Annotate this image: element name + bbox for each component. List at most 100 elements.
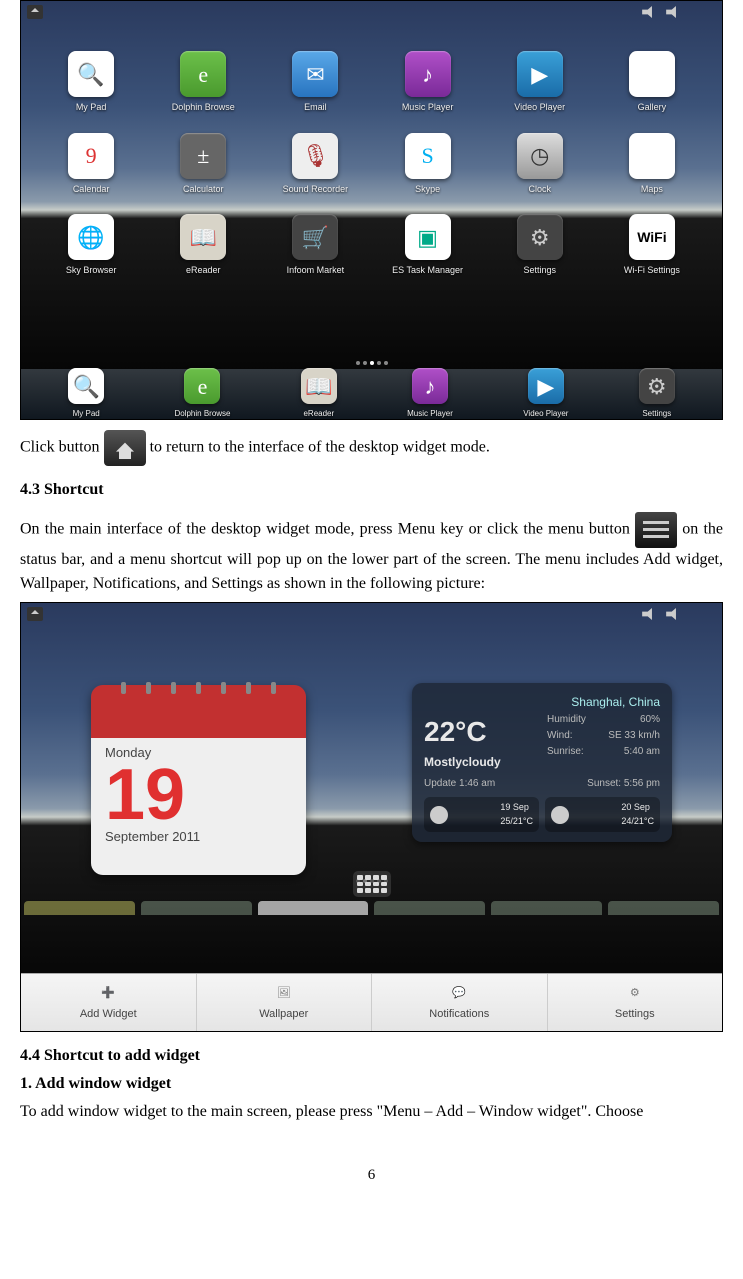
app-gallery[interactable]: 🖼Gallery: [600, 51, 704, 115]
app-label: eReader: [186, 264, 221, 278]
forecast-day: 20 Sep24/21°C: [545, 797, 660, 832]
value: SE 33 km/h: [608, 728, 660, 743]
app-grid-area: 🔍My PadeDolphin Browse✉Email ♪ Music Playe…: [21, 23, 722, 369]
app-icon: 📖: [180, 214, 226, 260]
app-label: Settings: [523, 264, 556, 278]
date: 20 Sep: [621, 801, 654, 815]
page-indicator: [21, 361, 722, 365]
app-settings[interactable]: ⚙ Settings: [488, 214, 592, 278]
home-icon[interactable]: [27, 607, 43, 621]
text: On the main interface of the desktop wid…: [20, 521, 635, 538]
app-my-pad[interactable]: 🔍My Pad: [39, 51, 143, 115]
app-label: Sky Browser: [66, 264, 117, 278]
menu-item-settings[interactable]: ⚙ Settings: [548, 974, 723, 1031]
app-icon: 📖: [301, 368, 337, 404]
calendar-widget[interactable]: Monday 19 September 2011: [91, 685, 306, 875]
menu-item-notifications[interactable]: 💬Notifications: [372, 974, 548, 1031]
app-icon: 9: [68, 133, 114, 179]
app-icon: ▶: [528, 368, 564, 404]
app-es-task-manager[interactable]: ▣ ES Task Manager: [375, 214, 479, 278]
add-widget-icon: ➕: [97, 982, 119, 1004]
app-icon: ⚙: [517, 214, 563, 260]
app-infoom-market[interactable]: 🛒 Infoom Market: [263, 214, 367, 278]
app-icon: 🗺: [629, 133, 675, 179]
dock: 🔍My Pad eDolphin Browse 📖eReader ♪Music Pla…: [21, 369, 722, 419]
home-icon[interactable]: [27, 5, 43, 19]
menu-item-label: Settings: [615, 1006, 655, 1023]
menu-item-add-widget[interactable]: ➕Add Widget: [21, 974, 197, 1031]
app-sky-browser[interactable]: 🌐 Sky Browser: [39, 214, 143, 278]
date: 19 Sep: [500, 801, 533, 815]
app-music-player[interactable]: ♪Music Player: [407, 368, 453, 420]
app-skype[interactable]: SSkype: [375, 133, 479, 197]
app-wi-fi-settings[interactable]: WiFi Wi-Fi Settings: [600, 214, 704, 278]
label: Sunrise:: [547, 744, 584, 759]
heading-4-4-1: 1. Add window widget: [20, 1072, 723, 1096]
app-email[interactable]: ✉Email: [263, 51, 367, 115]
weather-condition: Mostlycloudy: [424, 753, 537, 771]
app-ereader[interactable]: 📖 eReader: [151, 214, 255, 278]
app-my-pad[interactable]: 🔍My Pad: [68, 368, 104, 420]
app-music-player[interactable]: ♪ Music Player: [375, 51, 479, 115]
weather-icon: [430, 806, 448, 824]
app-icon: e: [180, 51, 226, 97]
weather-location: Shanghai, China: [424, 693, 660, 711]
label: Wind:: [547, 728, 573, 743]
app-icon: WiFi: [629, 214, 675, 260]
app-dolphin-browse[interactable]: eDolphin Browse: [174, 368, 230, 420]
value: 60%: [640, 712, 660, 727]
app-clock[interactable]: ◷Clock: [488, 133, 592, 197]
dock-tabs: [21, 901, 722, 915]
app-label: ES Task Manager: [392, 264, 463, 278]
app-maps[interactable]: 🗺 Maps: [600, 133, 704, 197]
app-calculator[interactable]: ± Calculator: [151, 133, 255, 197]
text: Click button: [20, 439, 104, 456]
app-label: Music Player: [407, 408, 453, 420]
app-icon: 🌐: [68, 214, 114, 260]
app-label: Infoom Market: [287, 264, 345, 278]
menu-item-wallpaper[interactable]: 🖼Wallpaper: [197, 974, 373, 1031]
app-label: Skype: [415, 183, 440, 197]
app-label: Video Player: [523, 408, 568, 420]
notifications-icon: 💬: [448, 982, 470, 1004]
app-drawer-button[interactable]: [353, 871, 391, 897]
screenshot-widget-mode: ▮ ▌ 1:48 AM ⟳ ◉ ≡ ← Monday 19 September …: [20, 602, 723, 1032]
app-settings[interactable]: ⚙Settings: [639, 368, 675, 420]
app-label: Sound Recorder: [283, 183, 349, 197]
app-label: Maps: [641, 183, 663, 197]
app-label: Calculator: [183, 183, 224, 197]
app-video-player[interactable]: ▶ Video Player: [523, 368, 568, 420]
heading-4-4: 4.4 Shortcut to add widget: [20, 1044, 723, 1068]
app-icon: ◷: [517, 133, 563, 179]
weather-widget[interactable]: Shanghai, China 22°C Mostlycloudy Humidi…: [412, 683, 672, 842]
app-label: Wi-Fi Settings: [624, 264, 680, 278]
temps: 25/21°C: [500, 815, 533, 829]
app-label: My Pad: [76, 101, 107, 115]
settings-icon: ⚙: [624, 982, 646, 1004]
paragraph-home-button: Click button to return to the interface …: [20, 430, 723, 466]
app-dolphin-browse[interactable]: eDolphin Browse: [151, 51, 255, 115]
app-ereader[interactable]: 📖eReader: [301, 368, 337, 420]
app-label: My Pad: [73, 408, 100, 420]
text: to return to the interface of the deskto…: [150, 439, 490, 456]
app-icon: ±: [180, 133, 226, 179]
app-icon: 🛒: [292, 214, 338, 260]
app-label: Music Player: [402, 101, 454, 115]
screenshot-app-grid: ▮ ▌ 1:47 AM ⟳ ◉ ≡ ← 🔍My PadeDolphin Brow…: [20, 0, 723, 420]
app-icon: ✉: [292, 51, 338, 97]
app-calendar[interactable]: 9 Calendar: [39, 133, 143, 197]
app-icon: ▣: [405, 214, 451, 260]
app-label: Calendar: [73, 183, 110, 197]
app-video-player[interactable]: ▶Video Player: [488, 51, 592, 115]
menu-icon: [635, 512, 677, 548]
forecast-day: 19 Sep25/21°C: [424, 797, 539, 832]
weather-temp: 22°C: [424, 711, 537, 753]
app-icon: e: [184, 368, 220, 404]
app-icon: ♪: [405, 51, 451, 97]
app-label: Gallery: [638, 101, 667, 115]
app-label: Settings: [642, 408, 671, 420]
paragraph-add-widget: To add window widget to the main screen,…: [20, 1100, 723, 1124]
menu-item-label: Wallpaper: [259, 1006, 308, 1023]
calendar-date: 19: [105, 763, 292, 828]
app-sound-recorder[interactable]: 🎙Sound Recorder: [263, 133, 367, 197]
